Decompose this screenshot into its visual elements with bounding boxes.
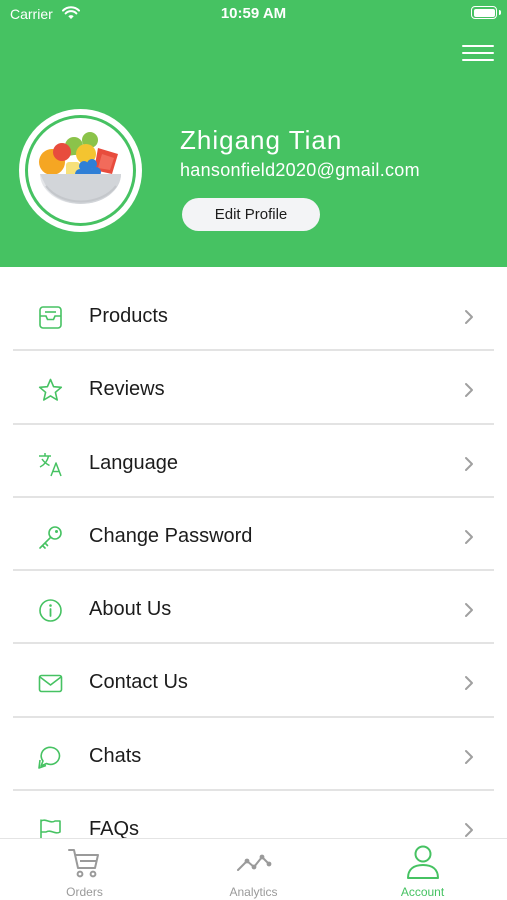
tab-label: Analytics <box>229 885 278 899</box>
menu-item-reviews[interactable]: Reviews <box>0 351 507 425</box>
tab-label: Orders <box>66 885 103 899</box>
tab-label: Account <box>400 885 445 899</box>
chat-bubble-icon <box>38 746 61 769</box>
menu-item-label: Language <box>89 451 178 474</box>
profile-email: hansonfield2020@gmail.com <box>180 160 420 180</box>
menu-item-faqs[interactable]: FAQs <box>0 791 507 838</box>
chevron-right-icon <box>465 456 473 471</box>
menu-item-label: Reviews <box>89 378 165 401</box>
fruit-bowl-icon <box>39 132 121 204</box>
cart-icon <box>68 849 99 878</box>
tab-analytics[interactable]: Analytics <box>169 839 338 900</box>
chevron-right-icon <box>465 383 473 398</box>
line-chart-icon <box>237 854 272 871</box>
menu-item-label: Change Password <box>89 524 253 547</box>
menu-item-products[interactable]: Products <box>0 278 507 352</box>
user-icon <box>407 845 439 879</box>
menu-item-language[interactable]: Language <box>0 425 507 498</box>
hamburger-menu-icon[interactable] <box>458 40 498 68</box>
status-bar: Carrier 10:59 AM <box>0 0 507 30</box>
settings-menu-list: Products Reviews Language Change Passwor… <box>0 278 507 838</box>
avatar-ring <box>25 115 136 226</box>
menu-item-contact-us[interactable]: Contact Us <box>0 644 507 718</box>
translate-icon <box>39 452 62 476</box>
profile-header: Carrier 10:59 AM Zhigang Tian hansonfiel… <box>0 0 507 267</box>
chevron-right-icon <box>465 529 473 544</box>
bottom-tab-bar: Orders Analytics Account <box>0 838 507 900</box>
menu-item-change-password[interactable]: Change Password <box>0 498 507 572</box>
menu-item-label: Products <box>89 305 168 327</box>
menu-item-about-us[interactable]: About Us <box>0 571 507 645</box>
profile-name: Zhigang Tian <box>180 125 343 155</box>
tab-account[interactable]: Account <box>338 839 507 900</box>
menu-item-label: Contact Us <box>89 671 188 694</box>
key-icon <box>39 526 62 549</box>
avatar[interactable] <box>19 109 142 232</box>
mail-icon <box>38 675 63 693</box>
star-icon <box>38 378 63 402</box>
battery-icon <box>471 6 501 19</box>
chevron-right-icon <box>465 676 473 691</box>
menu-item-chats[interactable]: Chats <box>0 718 507 792</box>
flag-icon <box>40 819 61 838</box>
edit-profile-button[interactable]: Edit Profile <box>182 198 320 231</box>
chevron-right-icon <box>465 310 473 324</box>
avatar-image-frame <box>28 118 133 223</box>
menu-item-label: About Us <box>89 598 172 621</box>
inbox-tray-icon <box>39 306 62 329</box>
chevron-right-icon <box>465 823 473 838</box>
menu-item-label: FAQs <box>89 818 140 838</box>
status-time: 10:59 AM <box>220 5 287 22</box>
menu-item-label: Chats <box>89 744 142 767</box>
tab-orders[interactable]: Orders <box>0 839 169 900</box>
chevron-right-icon <box>465 749 473 764</box>
info-icon <box>39 599 62 622</box>
chevron-right-icon <box>465 603 473 618</box>
